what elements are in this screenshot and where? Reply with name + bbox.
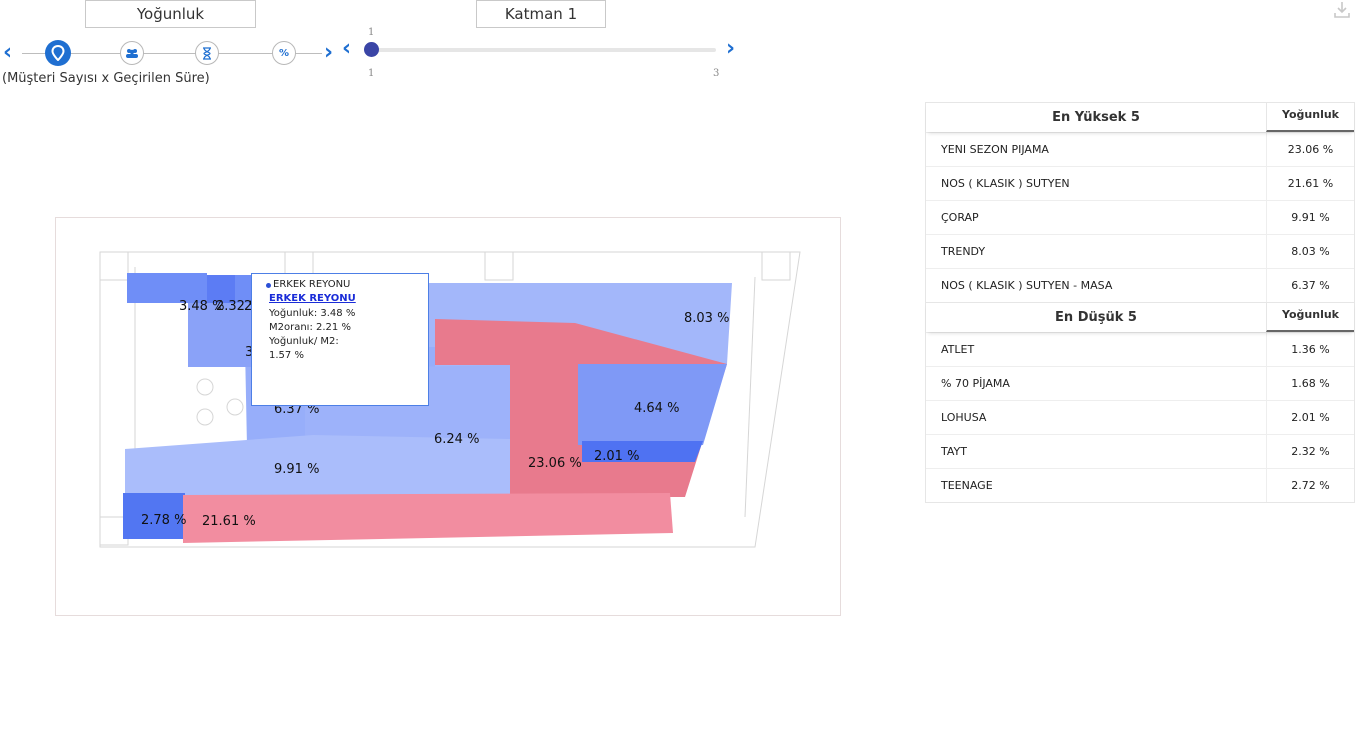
bottom5-rows: ATLET 1.36 % % 70 PİJAMA 1.68 % LOHUSA 2.01 %… [926, 332, 1354, 502]
zone-label-21-61: 21.61 % [202, 514, 256, 529]
row-category-name: TAYT [941, 445, 967, 458]
hourglass-icon [203, 46, 211, 60]
zone-label-6-24: 6.24 % [434, 432, 479, 447]
bottom5-header: En Düşük 5 Yoğunluk [926, 302, 1354, 332]
top5-rows: YENI SEZON PIJAMA 23.06 % NOS ( KLASIK ) S… [926, 132, 1354, 302]
tooltip-title: ERKEK REYONU [273, 279, 351, 290]
table-row[interactable]: TAYT 2.32 % [926, 434, 1354, 468]
metric-select-button[interactable]: Yoğunluk [85, 0, 256, 28]
top5-title: En Yüksek 5 [1052, 110, 1140, 125]
percent-icon: % [278, 47, 290, 59]
zone-label-8-03: 8.03 % [684, 311, 729, 326]
table-row[interactable]: TEENAGE 2.72 % [926, 468, 1354, 502]
row-category-name: NOS ( KLASIK ) SUTYEN [941, 177, 1070, 190]
table-row[interactable]: ATLET 1.36 % [926, 332, 1354, 366]
row-category-name: % 70 PİJAMA [941, 377, 1010, 390]
row-category-name: TRENDY [941, 245, 986, 258]
zone-label-9-91: 9.91 % [274, 462, 319, 477]
metric-subtitle: (Müşteri Sayısı x Geçirilen Süre) [2, 71, 210, 86]
top5-header: En Yüksek 5 Yoğunluk [926, 103, 1354, 132]
bottom5-column-header[interactable]: Yoğunluk [1266, 303, 1354, 332]
table-row[interactable]: TRENDY 8.03 % [926, 234, 1354, 268]
row-category-name: ATLET [941, 343, 975, 356]
floor-heatmap: 3.48 % 2.32 % 2 8.03 % 3 6.37 % 6.24 % 9… [99, 251, 801, 548]
zone-21-61 [183, 493, 673, 543]
step-ratio[interactable]: % [272, 41, 296, 65]
tooltip-density-per-m2-label: Yoğunluk/ M2: [269, 336, 339, 348]
layer-next-chevron-right-icon[interactable]: › [726, 38, 735, 60]
row-density-value: 6.37 % [1266, 269, 1354, 302]
table-row[interactable]: LOHUSA 2.01 % [926, 400, 1354, 434]
metric-prev-chevron-left-icon[interactable]: ‹ [3, 42, 12, 64]
row-density-value: 9.91 % [1266, 201, 1354, 234]
layer-prev-chevron-left-icon[interactable]: ‹ [342, 38, 351, 60]
row-category-name: NOS ( KLASIK ) SUTYEN - MASA [941, 279, 1113, 292]
layer-slider-thumb[interactable] [364, 42, 379, 57]
tooltip-m2-ratio: M2oranı: 2.21 % [269, 321, 351, 333]
slider-value-label: 1 [368, 27, 375, 38]
row-density-value: 23.06 % [1266, 133, 1354, 166]
slider-min-label: 1 [368, 68, 375, 79]
layer-select-button[interactable]: Katman 1 [476, 0, 606, 28]
layer-slider-track[interactable] [372, 48, 716, 52]
row-density-value: 2.01 % [1266, 401, 1354, 434]
row-density-value: 2.72 % [1266, 469, 1354, 502]
tooltip-density-per-m2-value: 1.57 % [269, 350, 304, 362]
tooltip-zone-link[interactable]: ERKEK REYONU [269, 292, 422, 306]
metric-next-chevron-right-icon[interactable]: › [324, 42, 333, 64]
zone-label-2-01: 2.01 % [594, 449, 639, 464]
zone-label-23-06: 23.06 % [528, 456, 582, 471]
row-category-name: YENI SEZON PIJAMA [941, 143, 1049, 156]
table-row[interactable]: % 70 PİJAMA 1.68 % [926, 366, 1354, 400]
row-density-value: 1.68 % [1266, 367, 1354, 400]
step-customers[interactable] [120, 41, 144, 65]
location-pin-icon [51, 45, 65, 61]
zone-label-2-78: 2.78 % [141, 513, 186, 528]
slider-max-label: 3 [713, 68, 720, 79]
ranking-tables: En Yüksek 5 Yoğunluk YENI SEZON PIJAMA 23… [925, 102, 1355, 503]
table-row[interactable]: YENI SEZON PIJAMA 23.06 % [926, 132, 1354, 166]
row-density-value: 8.03 % [1266, 235, 1354, 268]
people-icon [126, 49, 138, 58]
download-icon[interactable] [1332, 0, 1352, 20]
row-density-value: 2.32 % [1266, 435, 1354, 468]
step-location[interactable] [45, 40, 71, 66]
row-category-name: ÇORAP [941, 211, 979, 224]
tooltip-series-bullet [266, 283, 271, 288]
bottom5-title: En Düşük 5 [1055, 310, 1137, 325]
zone-label-4-64: 4.64 % [634, 401, 679, 416]
table-row[interactable]: NOS ( KLASIK ) SUTYEN 21.61 % [926, 166, 1354, 200]
zone-tooltip: ERKEK REYONU ERKEK REYONU Yoğunluk: 3.48… [251, 273, 429, 406]
tooltip-density: Yoğunluk: 3.48 % [269, 307, 356, 319]
step-time[interactable] [195, 41, 219, 65]
row-category-name: LOHUSA [941, 411, 987, 424]
row-category-name: TEENAGE [941, 479, 993, 492]
row-density-value: 21.61 % [1266, 167, 1354, 200]
row-density-value: 1.36 % [1266, 333, 1354, 366]
table-row[interactable]: ÇORAP 9.91 % [926, 200, 1354, 234]
table-row[interactable]: NOS ( KLASIK ) SUTYEN - MASA 6.37 % [926, 268, 1354, 302]
top5-column-header[interactable]: Yoğunluk [1266, 103, 1354, 132]
